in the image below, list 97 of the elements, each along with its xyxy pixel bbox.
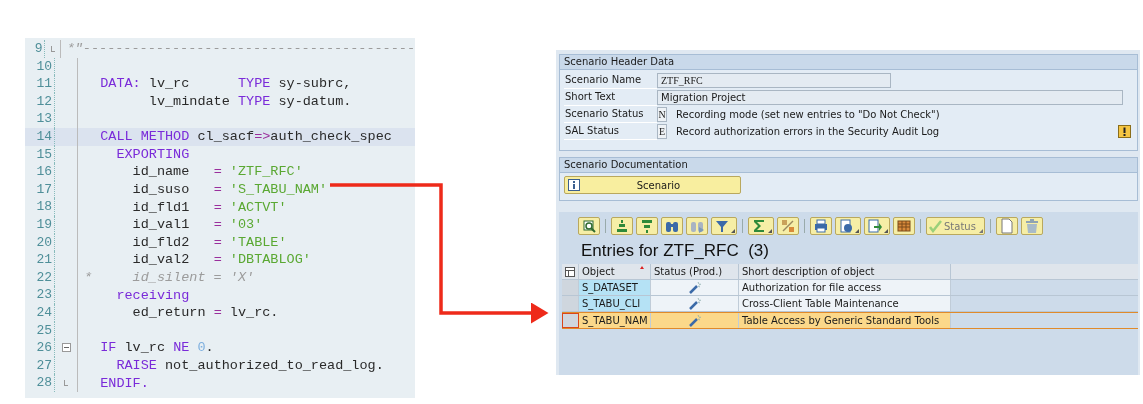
dropdown-icon xyxy=(768,229,772,233)
line-number: 10 xyxy=(25,57,55,76)
code-line: lv_mindate TYPE sy-datum. xyxy=(147,94,352,110)
line-number: 13 xyxy=(25,110,55,128)
code-line: id_fld1 = 'ACTVT' xyxy=(131,199,287,215)
table-settings-icon xyxy=(565,266,575,277)
view-icon xyxy=(838,218,854,234)
line-number: 15 xyxy=(25,145,55,164)
table-title: Entries for ZTF_RFC (3) xyxy=(580,240,770,262)
code-line: IF lv_rc NE 0. xyxy=(99,340,214,356)
column-settings-button[interactable] xyxy=(562,264,579,279)
subtotal-icon xyxy=(780,218,796,234)
group-title: Scenario Documentation xyxy=(560,158,1137,173)
line-number: 19 xyxy=(25,215,55,234)
code-line: id_suso = 'S_TABU_NAM' xyxy=(131,182,328,198)
line-number: 25 xyxy=(25,321,55,340)
trash-icon xyxy=(1023,218,1040,234)
input-field[interactable]: ZTF_RFC xyxy=(657,73,891,88)
sum-button[interactable] xyxy=(748,217,774,235)
status-description: Recording mode (set new entries to "Do Not Check") xyxy=(676,109,940,120)
line-number: 12 xyxy=(25,92,55,111)
find-next-button[interactable] xyxy=(686,217,708,235)
table-cell: S_TABU_CLI xyxy=(579,296,651,311)
check-icon xyxy=(929,219,943,233)
filter-button[interactable] xyxy=(711,217,737,235)
code-line: id_val1 = '03' xyxy=(131,217,263,233)
row-selector[interactable] xyxy=(562,313,579,328)
export-button[interactable] xyxy=(864,217,890,235)
table-cell: S_DATASET xyxy=(579,280,651,295)
print-button[interactable] xyxy=(810,217,832,235)
sum-icon xyxy=(751,218,767,234)
wand-icon xyxy=(687,297,702,310)
column-header[interactable]: Short description of object xyxy=(739,264,951,279)
code-line: *"----------------------------------------- xyxy=(66,41,415,57)
code-line: ed_return = lv_rc. xyxy=(131,305,279,321)
code-line: id_name = 'ZTF_RFC' xyxy=(131,164,303,180)
input-field[interactable]: Migration Project xyxy=(657,90,1123,105)
dropdown-icon xyxy=(978,229,983,233)
dropdown-icon xyxy=(884,229,888,233)
line-number: 17 xyxy=(25,180,55,199)
line-number: 23 xyxy=(25,286,55,304)
new-button[interactable] xyxy=(995,217,1018,235)
wand-icon xyxy=(687,314,702,327)
sort-descending-button[interactable] xyxy=(636,217,658,235)
wand-icon xyxy=(687,281,702,294)
status-code-field[interactable]: N xyxy=(657,107,667,122)
layout-grid-button[interactable] xyxy=(893,217,915,235)
line-number: 9 xyxy=(25,40,46,58)
line-number: 28 xyxy=(25,374,55,392)
line-number: 11 xyxy=(25,75,55,93)
dropdown-icon xyxy=(731,229,735,233)
filter-icon xyxy=(714,218,730,234)
line-number: 21 xyxy=(25,251,55,269)
line-number: 22 xyxy=(25,268,55,287)
line-number: 26 xyxy=(25,339,55,357)
code-line: DATA: lv_rc TYPE sy-subrc, xyxy=(99,76,352,92)
delete-button[interactable] xyxy=(1020,217,1043,235)
line-number: 24 xyxy=(25,303,55,322)
line-number: 16 xyxy=(25,163,55,181)
export-icon xyxy=(867,218,883,234)
column-header[interactable]: Status (Prod.) xyxy=(651,264,739,279)
code-line: CALL METHOD cl_sacf=>auth_check_spec xyxy=(99,129,392,145)
document-icon xyxy=(998,218,1015,234)
dropdown-icon xyxy=(855,229,859,233)
group-title: Scenario Header Data xyxy=(560,55,1137,70)
sort-ascending-button[interactable] xyxy=(611,217,633,235)
info-icon xyxy=(568,179,580,191)
code-line: EXPORTING xyxy=(115,146,190,162)
layout-grid-icon xyxy=(896,218,912,234)
sort-descending-icon xyxy=(639,218,655,234)
status-description: Record authorization errors in the Security Audit Log xyxy=(676,126,940,137)
status-button[interactable]: Status xyxy=(926,217,985,235)
details-button[interactable] xyxy=(578,217,600,235)
code-line: id_val2 = 'DBTABLOG' xyxy=(131,252,311,268)
code-line: id_fld2 = 'TABLE' xyxy=(131,234,287,250)
table-cell: S_TABU_NAM xyxy=(579,313,651,328)
code-line: receiving xyxy=(115,287,190,303)
code-line: * id_silent = 'X' xyxy=(84,270,255,285)
table-cell: Cross-Client Table Maintenance xyxy=(739,296,951,311)
table-cell: Table Access by Generic Standard Tools xyxy=(739,313,951,328)
scenario-button[interactable]: Scenario xyxy=(564,176,741,194)
column-header[interactable]: Object xyxy=(579,264,651,279)
line-number: 14 xyxy=(25,127,55,146)
print-icon xyxy=(813,218,829,234)
details-icon xyxy=(581,218,597,234)
sort-ascending-icon xyxy=(614,218,630,234)
subtotal-button[interactable] xyxy=(777,217,799,235)
table-cell: Authorization for file access xyxy=(739,280,951,295)
binoculars-button[interactable] xyxy=(661,217,683,235)
code-line: RAISE not_authorized_to_read_log. xyxy=(115,358,384,373)
line-number: 20 xyxy=(25,233,55,252)
status-code-field[interactable]: E xyxy=(657,124,667,139)
line-number: 18 xyxy=(25,198,55,216)
code-line: ENDIF. xyxy=(99,375,149,391)
view-button[interactable] xyxy=(835,217,861,235)
line-number: 27 xyxy=(25,356,55,375)
collapse-icon[interactable] xyxy=(61,343,71,353)
